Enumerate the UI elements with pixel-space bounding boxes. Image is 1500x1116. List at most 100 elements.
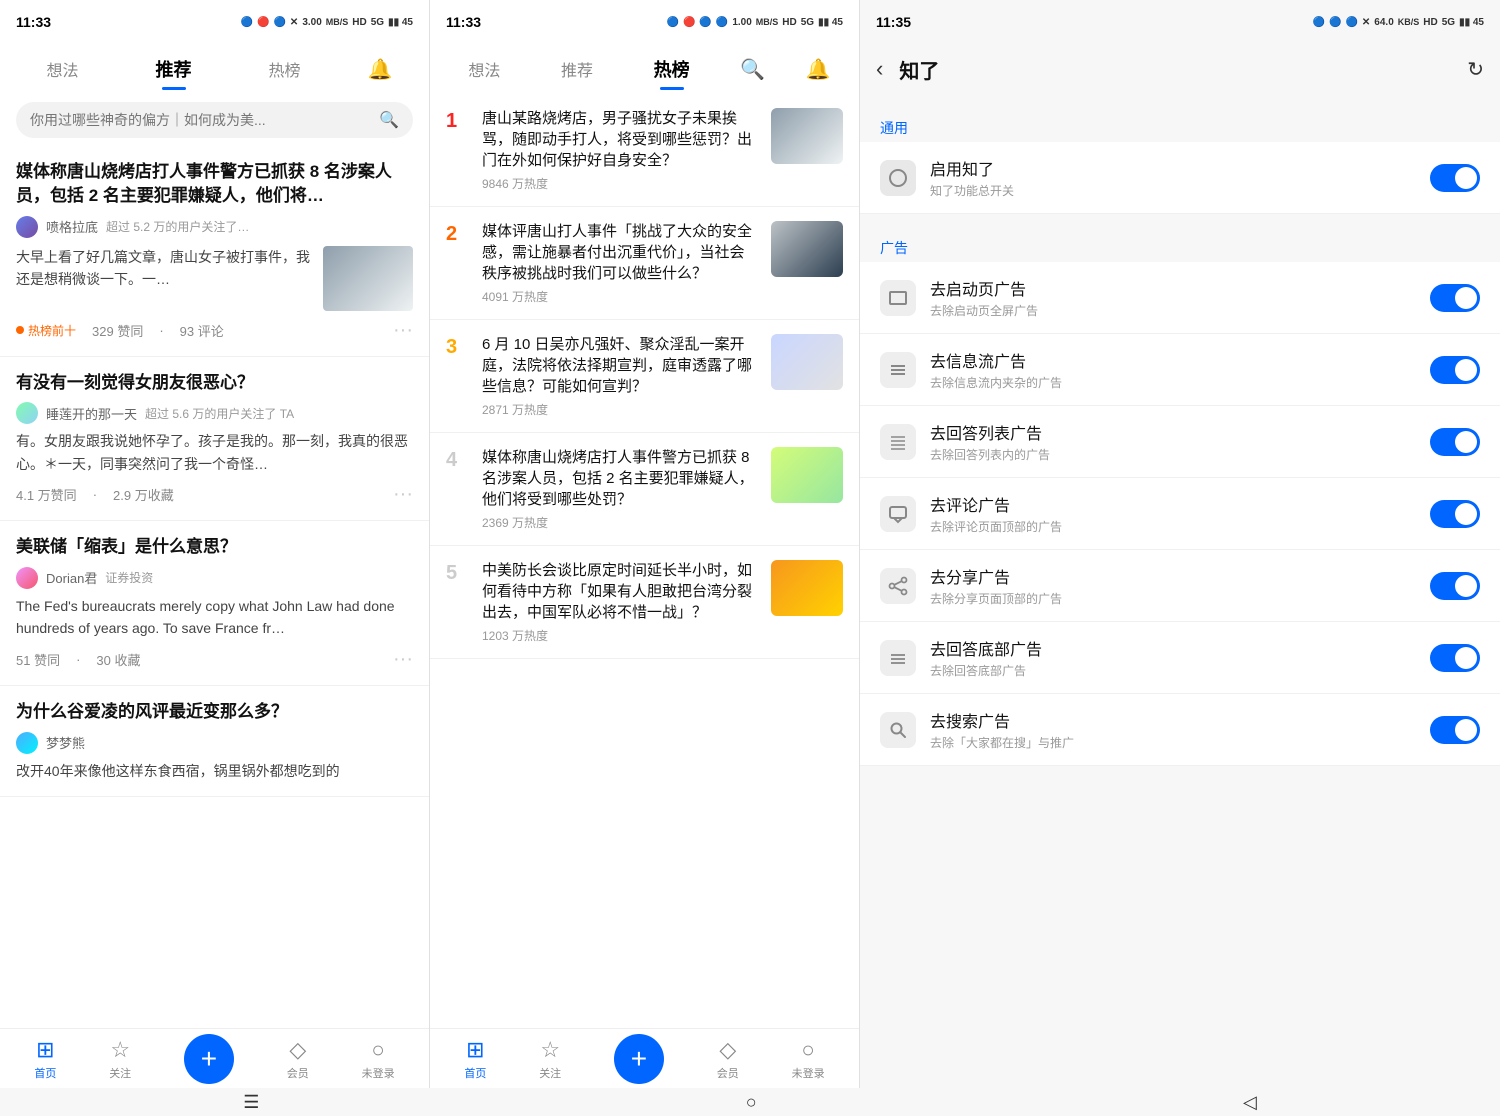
hot-content-3: 6 月 10 日吴亦凡强奸、聚众淫乱一案开庭，法院将依法择期宣判，庭审透露了哪些… xyxy=(482,334,759,418)
more-btn-2[interactable]: ··· xyxy=(393,483,413,506)
feed-item-3[interactable]: 美联储「缩表」是什么意思？ Dorian君 证券投资 The Fed's bur… xyxy=(0,521,429,686)
feed-1: 媒体称唐山烧烤店打人事件警方已抓获 8 名涉案人员，包括 2 名主要犯罪嫌疑人，… xyxy=(0,146,429,1116)
search-ad-sub: 去除「大家都在搜」与推广 xyxy=(930,734,1416,751)
feed-stats-1: 热榜前十 329 赞同 · 93 评论 ··· xyxy=(16,319,413,342)
feed-body-3: The Fed's bureaucrats merely copy what J… xyxy=(16,595,413,640)
feed-follow-2: 超过 5.6 万的用户关注了 TA xyxy=(145,405,294,422)
tab-home-2[interactable]: ⊞ 首页 xyxy=(464,1037,486,1081)
follow-icon-2: ☆ xyxy=(540,1037,560,1063)
feed-body-1: 大早上看了好几篇文章，唐山女子被打事件，我还是想稍微谈一下。一… xyxy=(16,246,315,311)
tab-follow-2[interactable]: ☆ 关注 xyxy=(539,1037,561,1081)
hot-item-4[interactable]: 4 媒体称唐山烧烤店打人事件警方已抓获 8 名涉案人员，包括 2 名主要犯罪嫌疑… xyxy=(430,433,859,546)
settings-row-enable[interactable]: 启用知了 知了功能总开关 xyxy=(860,142,1500,214)
toggle-search-ad[interactable] xyxy=(1430,716,1480,744)
toggle-enable[interactable] xyxy=(1430,164,1480,192)
hot-heat-1: 9846 万热度 xyxy=(482,175,759,192)
section-label-ads: 广告 xyxy=(860,230,1500,262)
search-input-1[interactable] xyxy=(30,112,371,128)
feed-meta-1: 喷格拉底 超过 5.2 万的用户关注了… xyxy=(16,216,413,238)
bell-icon-2[interactable]: 🔔 xyxy=(806,57,831,82)
toggle-answer-bottom-ad[interactable] xyxy=(1430,644,1480,672)
startup-ad-text: 去启动页广告 去除启动页全屏广告 xyxy=(930,276,1416,319)
nav-bar-1: 想法 推荐 热榜 🔔 xyxy=(0,44,429,94)
hot-title-5: 中美防长会谈比原定时间延长半小时，如何看待中方称「如果有人胆敢把台湾分裂出去，中… xyxy=(482,560,759,623)
nav-item-ideas-2[interactable]: 想法 xyxy=(458,51,510,87)
tab-plus-2[interactable]: + xyxy=(614,1034,664,1084)
toggle-comment-ad[interactable] xyxy=(1430,500,1480,528)
more-btn-1[interactable]: ··· xyxy=(393,319,413,342)
bell-icon-1[interactable]: 🔔 xyxy=(368,57,393,82)
tab-profile-1[interactable]: ○ 未登录 xyxy=(362,1037,395,1081)
toggle-share-ad[interactable] xyxy=(1430,572,1480,600)
hot-item-1[interactable]: 1 唐山某路烧烤店，男子骚扰女子未果挨骂，随即动手打人，将受到哪些惩罚？出门在外… xyxy=(430,94,859,207)
hot-item-3[interactable]: 3 6 月 10 日吴亦凡强奸、聚众淫乱一案开庭，法院将依法择期宣判，庭审透露了… xyxy=(430,320,859,433)
answer-list-ad-icon xyxy=(880,424,916,460)
weibo-icon: 🔴 xyxy=(257,17,269,28)
feed-ad-icon xyxy=(880,352,916,388)
notification-dot: 🔵 xyxy=(241,17,253,28)
hot-img-3 xyxy=(771,334,843,390)
feed-author-2: 睡莲开的那一天 xyxy=(46,404,137,423)
more-btn-3[interactable]: ··· xyxy=(393,648,413,671)
tab-follow-1[interactable]: ☆ 关注 xyxy=(109,1037,131,1081)
search-ad-text: 去搜索广告 去除「大家都在搜」与推广 xyxy=(930,708,1416,751)
toggle-answer-list-ad[interactable] xyxy=(1430,428,1480,456)
search-icon-1[interactable]: 🔍 xyxy=(379,110,399,130)
tab-vip-2[interactable]: ◇ 会员 xyxy=(717,1037,739,1081)
feed-avatar-3 xyxy=(16,567,38,589)
hot-item-5[interactable]: 5 中美防长会谈比原定时间延长半小时，如何看待中方称「如果有人胆敢把台湾分裂出去… xyxy=(430,546,859,659)
nav-item-hot-1[interactable]: 热榜 xyxy=(259,51,311,87)
feed-ad-text: 去信息流广告 去除信息流内夹杂的广告 xyxy=(930,348,1416,391)
toggle-feed-ad[interactable] xyxy=(1430,356,1480,384)
status-icons-2: 🔵 🔴 🔵 🔵 1.00 MB/S HD 5G ▮▮ 45 xyxy=(667,17,844,28)
answer-list-ad-sub: 去除回答列表内的广告 xyxy=(930,446,1416,463)
toggle-startup-ad[interactable] xyxy=(1430,284,1480,312)
tab-plus-1[interactable]: + xyxy=(184,1034,234,1084)
nav-bar-2: 想法 推荐 热榜 🔍 🔔 xyxy=(430,44,859,94)
settings-row-answer-bottom-ad[interactable]: 去回答底部广告 去除回答底部广告 xyxy=(860,622,1500,694)
profile-icon-1: ○ xyxy=(371,1037,384,1063)
settings-row-comment-ad[interactable]: 去评论广告 去除评论页面顶部的广告 xyxy=(860,478,1500,550)
hot-rank-4: 4 xyxy=(446,449,470,472)
answer-bottom-ad-text: 去回答底部广告 去除回答底部广告 xyxy=(930,636,1416,679)
feed-avatar-4 xyxy=(16,732,38,754)
feed-item-4[interactable]: 为什么谷爱凌的风评最近变那么多？ 梦梦熊 改开40年来像他这样东食西宿，锅里锅外… xyxy=(0,686,429,797)
feed-ad-sub: 去除信息流内夹杂的广告 xyxy=(930,374,1416,391)
tab-home-label-2: 首页 xyxy=(464,1065,486,1081)
hot-title-4: 媒体称唐山烧烤店打人事件警方已抓获 8 名涉案人员，包括 2 名主要犯罪嫌疑人，… xyxy=(482,447,759,510)
tab-home-1[interactable]: ⊞ 首页 xyxy=(34,1037,56,1081)
tab-vip-1[interactable]: ◇ 会员 xyxy=(287,1037,309,1081)
feed-body-4: 改开40年来像他这样东食西宿，锅里锅外都想吃到的 xyxy=(16,760,413,782)
settings-row-search-ad[interactable]: 去搜索广告 去除「大家都在搜」与推广 xyxy=(860,694,1500,766)
back-button[interactable]: ‹ xyxy=(876,56,883,82)
nav-item-recommend-2[interactable]: 推荐 xyxy=(551,51,603,87)
speed-unit: MB/S xyxy=(326,17,349,27)
status-icons-1: 🔵 🔴 🔵 ✕ 3.00 MB/S HD 5G ▮▮ 45 xyxy=(241,17,413,28)
feed-follow-1: 超过 5.2 万的用户关注了… xyxy=(106,218,249,235)
nav-item-ideas-1[interactable]: 想法 xyxy=(37,51,89,87)
feed-stats-2: 4.1 万赞同 · 2.9 万收藏 ··· xyxy=(16,483,413,506)
feed-item-1[interactable]: 媒体称唐山烧烤店打人事件警方已抓获 8 名涉案人员，包括 2 名主要犯罪嫌疑人，… xyxy=(0,146,429,357)
hot-item-2[interactable]: 2 媒体评唐山打人事件「挑战了大众的安全感，需让施暴者付出沉重代价」，当社会秩序… xyxy=(430,207,859,320)
startup-ad-main: 去启动页广告 xyxy=(930,276,1416,300)
settings-row-feed-ad[interactable]: 去信息流广告 去除信息流内夹杂的广告 xyxy=(860,334,1500,406)
wifi-icon: 🔵 xyxy=(273,17,285,28)
tab-profile-2[interactable]: ○ 未登录 xyxy=(792,1037,825,1081)
hot-heat-4: 2369 万热度 xyxy=(482,514,759,531)
feed-body-2: 有。女朋友跟我说她怀孕了。孩子是我的。那一刻，我真的很恶心。＊一天，同事突然问了… xyxy=(16,430,413,475)
settings-row-share-ad[interactable]: 去分享广告 去除分享页面顶部的广告 xyxy=(860,550,1500,622)
settings-row-answer-list-ad[interactable]: 去回答列表广告 去除回答列表内的广告 xyxy=(860,406,1500,478)
share-ad-main: 去分享广告 xyxy=(930,564,1416,588)
settings-title: 知了 xyxy=(899,55,1451,84)
nav-item-hot-2[interactable]: 热榜 xyxy=(644,50,700,88)
search-nav-icon[interactable]: 🔍 xyxy=(740,57,765,82)
nav-item-recommend[interactable]: 推荐 xyxy=(146,50,202,88)
tab-follow-label-2: 关注 xyxy=(539,1065,561,1081)
back-btn-3[interactable]: ◁ xyxy=(1243,1092,1257,1113)
enable-sub: 知了功能总开关 xyxy=(930,182,1416,199)
refresh-icon[interactable]: ↻ xyxy=(1467,57,1484,82)
settings-row-startup-ad[interactable]: 去启动页广告 去除启动页全屏广告 xyxy=(860,262,1500,334)
tab-profile-label-2: 未登录 xyxy=(792,1065,825,1081)
system-bar-3: ☰ ○ ◁ xyxy=(860,1088,1500,1116)
feed-item-2[interactable]: 有没有一刻觉得女朋友很恶心？ 睡莲开的那一天 超过 5.6 万的用户关注了 TA… xyxy=(0,357,429,522)
